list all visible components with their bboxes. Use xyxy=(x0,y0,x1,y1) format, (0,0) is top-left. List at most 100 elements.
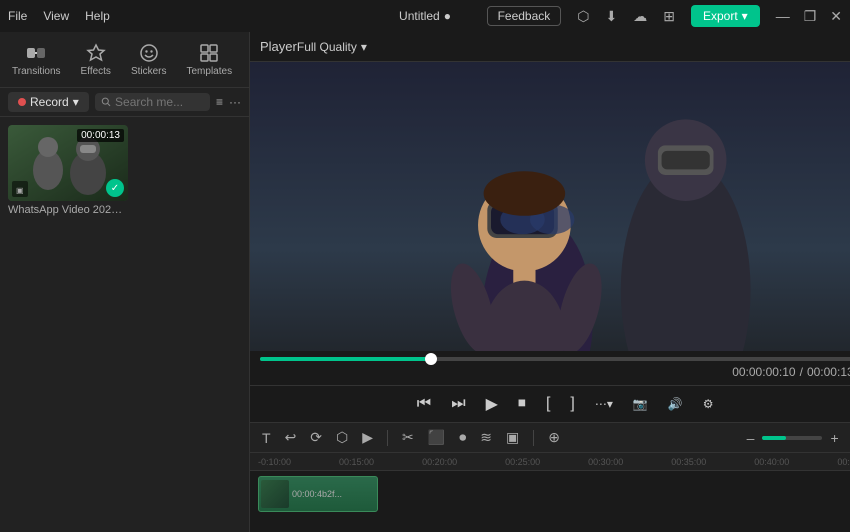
time-ruler: -0:10:00 00:15:00 00:20:00 00:25:00 00:3… xyxy=(250,453,850,471)
filter-icon[interactable]: ≡ xyxy=(216,95,223,109)
time-display: 00:00:00:10 / 00:00:13:20 xyxy=(260,365,850,379)
restore-button[interactable]: ❐ xyxy=(804,8,817,25)
tl-text-button[interactable]: T xyxy=(258,428,275,448)
zoom-control: – + xyxy=(743,428,843,448)
scrubber-fill xyxy=(260,357,431,361)
ruler-mark-1: -0:10:00 xyxy=(258,457,291,467)
timeline-content: -0:10:00 00:15:00 00:20:00 00:25:00 00:3… xyxy=(250,453,850,532)
prev-frame-button[interactable]: ⏮ xyxy=(413,391,435,417)
search-icon xyxy=(101,96,111,108)
media-name: WhatsApp Video 2023-10-05... xyxy=(8,204,128,216)
video-preview xyxy=(250,62,850,351)
play-button[interactable]: ▶ xyxy=(482,390,502,418)
record-bar: Record ▾ ≡ ··· xyxy=(0,88,249,117)
timeline: T ↩ ⟳ ⬡ ▶ ✂ ⬛ ⏺ ≋ ▣ ⊕ – + xyxy=(250,422,850,532)
effects-label: Effects xyxy=(81,66,111,77)
menu-view[interactable]: View xyxy=(43,9,69,23)
tl-redo-button[interactable]: ⟳ xyxy=(306,427,326,448)
feedback-button[interactable]: Feedback xyxy=(487,6,562,26)
export-button[interactable]: Export ▾ xyxy=(691,5,760,27)
quality-label: Full Quality xyxy=(297,40,357,54)
quality-select[interactable]: Full Quality ▾ xyxy=(297,40,367,54)
out-point-button[interactable]: ] xyxy=(566,391,578,417)
cloud-icon[interactable]: ☁ xyxy=(633,8,647,25)
title-icon: ● xyxy=(444,9,451,23)
export-arrow: ▾ xyxy=(742,9,748,23)
title-text: Untitled xyxy=(399,9,440,23)
video-clip[interactable]: 00:00:4b2f... xyxy=(258,476,378,512)
tl-composite-button[interactable]: ▣ xyxy=(502,427,523,448)
menu-help[interactable]: Help xyxy=(85,9,110,23)
record-button[interactable]: Record ▾ xyxy=(8,92,89,112)
titlebar-menu: File View Help xyxy=(8,9,110,23)
time-total: 00:00:13:20 xyxy=(807,365,850,379)
tl-play-button[interactable]: ▶ xyxy=(358,427,377,448)
search-bar[interactable] xyxy=(95,93,210,111)
ruler-mark-2: 00:15:00 xyxy=(339,457,374,467)
ruler-mark-3: 00:20:00 xyxy=(422,457,457,467)
toolbar-templates[interactable]: Templates xyxy=(179,38,241,81)
minimize-button[interactable]: — xyxy=(776,8,790,25)
share-icon[interactable]: ⬡ xyxy=(577,8,589,25)
center-area: Player Full Quality ▾ ⊞ xyxy=(250,32,850,532)
record-dot xyxy=(18,98,26,106)
player-bar: Player Full Quality ▾ ⊞ xyxy=(250,32,850,62)
tl-more-button[interactable]: ≋ xyxy=(476,427,496,448)
tl-separator2 xyxy=(533,430,534,446)
tl-record-button[interactable]: ⏺ xyxy=(455,427,470,448)
save-icon[interactable]: ⬇ xyxy=(606,8,618,25)
video-track-row: 00:00:4b2f... xyxy=(250,471,850,516)
zoom-out-button[interactable]: – xyxy=(743,428,759,448)
media-check-icon: ✓ xyxy=(106,179,124,197)
svg-text:▣: ▣ xyxy=(16,186,24,194)
toolbar-effects[interactable]: Effects xyxy=(73,38,119,81)
vr-scene xyxy=(250,62,850,351)
tl-add-button[interactable]: ⊕ xyxy=(544,427,564,448)
more-button[interactable]: ⋯▾ xyxy=(591,393,617,415)
timeline-toolbar: T ↩ ⟳ ⬡ ▶ ✂ ⬛ ⏺ ≋ ▣ ⊕ – + xyxy=(250,423,850,453)
ruler-mark-4: 00:25:00 xyxy=(505,457,540,467)
toolbar-transitions[interactable]: Transitions xyxy=(4,38,69,81)
in-point-button[interactable]: [ xyxy=(542,391,554,417)
ruler-mark-8: 00:45:00 xyxy=(837,457,850,467)
close-button[interactable]: ✕ xyxy=(830,8,842,25)
main-area: Transitions Effects xyxy=(0,32,850,532)
more-icon[interactable]: ··· xyxy=(229,95,241,109)
snapshot-button[interactable]: 📷 xyxy=(629,393,652,415)
grid-icon[interactable]: ⊞ xyxy=(663,8,675,25)
media-item[interactable]: 00:00:13 ✓ ▣ WhatsApp Video 2023-10-05..… xyxy=(8,125,128,216)
tl-delete-button[interactable]: ⬛ xyxy=(424,427,449,448)
stop-button[interactable]: ⏹ xyxy=(514,391,530,417)
toolbar-stickers[interactable]: Stickers xyxy=(123,38,175,81)
tl-split-button[interactable]: ✂ xyxy=(398,427,418,448)
scrubber-thumb[interactable] xyxy=(425,353,437,365)
titlebar: File View Help Untitled ● Feedback ⬡ ⬇ ☁… xyxy=(0,0,850,32)
timeline-track-area: -0:10:00 00:15:00 00:20:00 00:25:00 00:3… xyxy=(250,453,850,532)
effects-icon xyxy=(85,42,107,64)
search-input[interactable] xyxy=(115,95,204,109)
titlebar-left: File View Help xyxy=(8,9,110,23)
ruler-mark-5: 00:30:00 xyxy=(588,457,623,467)
left-sidebar: Transitions Effects xyxy=(0,32,250,532)
titlebar-controls: Feedback ⬡ ⬇ ☁ ⊞ Export ▾ — ❐ ✕ xyxy=(487,5,842,27)
volume-button[interactable]: 🔊 xyxy=(664,393,687,415)
scene-svg xyxy=(250,62,850,351)
zoom-slider[interactable] xyxy=(762,436,822,440)
player-label: Player xyxy=(260,39,297,54)
quality-arrow: ▾ xyxy=(361,40,367,54)
templates-label: Templates xyxy=(187,66,233,77)
scrubber: 00:00:00:10 / 00:00:13:20 xyxy=(250,351,850,385)
record-label: Record xyxy=(30,95,69,109)
media-type-icon: ▣ xyxy=(12,181,28,197)
clip-thumbnail xyxy=(261,480,289,508)
settings-button[interactable]: ⚙ xyxy=(699,393,718,415)
scrubber-track[interactable] xyxy=(260,357,850,361)
menu-file[interactable]: File xyxy=(8,9,27,23)
stickers-icon xyxy=(138,42,160,64)
tl-undo-button[interactable]: ↩ xyxy=(281,427,301,448)
media-thumbnail: 00:00:13 ✓ ▣ xyxy=(8,125,128,201)
zoom-in-button[interactable]: + xyxy=(826,428,842,448)
tl-sticker-button[interactable]: ⬡ xyxy=(332,427,352,448)
skip-back-button[interactable]: ⏭ xyxy=(447,391,469,417)
export-label: Export xyxy=(703,9,738,23)
